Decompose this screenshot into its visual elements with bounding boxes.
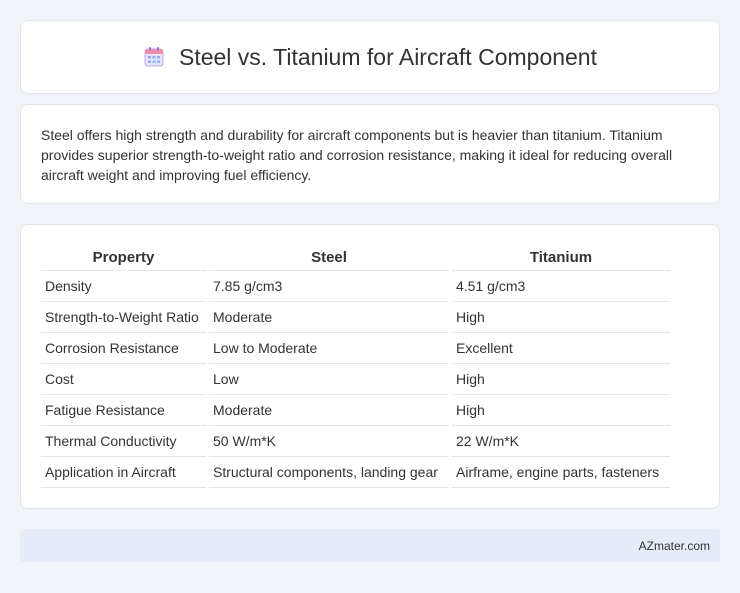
cell-titanium: 4.51 g/cm3 <box>452 271 670 302</box>
table-row: Fatigue Resistance Moderate High <box>41 395 670 426</box>
cell-titanium: Excellent <box>452 333 670 364</box>
cell-property: Application in Aircraft <box>41 457 206 488</box>
cell-property: Corrosion Resistance <box>41 333 206 364</box>
cell-titanium: High <box>452 364 670 395</box>
summary-text: Steel offers high strength and durabilit… <box>41 127 673 183</box>
table-row: Strength-to-Weight Ratio Moderate High <box>41 302 670 333</box>
comparison-table-card: Property Steel Titanium Density 7.85 g/c… <box>20 224 720 509</box>
cell-steel: 50 W/m*K <box>209 426 449 457</box>
cell-titanium: High <box>452 395 670 426</box>
cell-steel: Moderate <box>209 302 449 333</box>
title-wrap: Steel vs. Titanium for Aircraft Componen… <box>143 44 597 71</box>
cell-titanium: High <box>452 302 670 333</box>
header-property: Property <box>41 245 206 271</box>
header-steel: Steel <box>209 245 449 271</box>
table-row: Application in Aircraft Structural compo… <box>41 457 670 488</box>
cell-steel: Structural components, landing gear <box>209 457 449 488</box>
cell-property: Cost <box>41 364 206 395</box>
title-card: Steel vs. Titanium for Aircraft Componen… <box>20 20 720 94</box>
summary-card: Steel offers high strength and durabilit… <box>20 104 720 204</box>
cell-titanium: Airframe, engine parts, fasteners <box>452 457 670 488</box>
cell-property: Density <box>41 271 206 302</box>
footer-source: AZmater.com <box>638 538 710 553</box>
footer-bar: AZmater.com <box>20 529 720 562</box>
calendar-icon <box>143 46 165 68</box>
page-title: Steel vs. Titanium for Aircraft Componen… <box>178 43 597 70</box>
cell-steel: Moderate <box>209 395 449 426</box>
cell-titanium: 22 W/m*K <box>452 426 670 457</box>
table-row: Corrosion Resistance Low to Moderate Exc… <box>41 333 670 364</box>
header-titanium: Titanium <box>452 245 670 271</box>
table-row: Density 7.85 g/cm3 4.51 g/cm3 <box>41 271 670 302</box>
comparison-table: Property Steel Titanium Density 7.85 g/c… <box>38 245 673 488</box>
cell-property: Thermal Conductivity <box>41 426 206 457</box>
cell-property: Strength-to-Weight Ratio <box>41 302 206 333</box>
table-row: Thermal Conductivity 50 W/m*K 22 W/m*K <box>41 426 670 457</box>
cell-steel: 7.85 g/cm3 <box>209 271 449 302</box>
table-header-row: Property Steel Titanium <box>41 245 670 271</box>
cell-steel: Low <box>209 364 449 395</box>
table-row: Cost Low High <box>41 364 670 395</box>
cell-property: Fatigue Resistance <box>41 395 206 426</box>
cell-steel: Low to Moderate <box>209 333 449 364</box>
